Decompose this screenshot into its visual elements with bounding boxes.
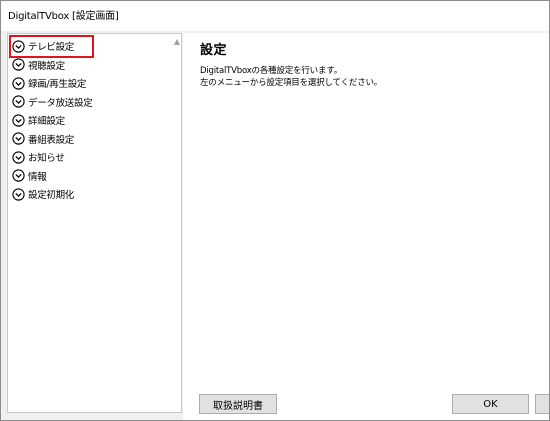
chevron-circle-down-icon [12,169,25,182]
sidebar-item-advanced-settings[interactable]: 詳細設定 [12,111,92,130]
sidebar-item-label: お知らせ [28,153,65,165]
content-panel: 設定 DigitalTVboxの各種設定を行います。 左のメニューから設定項目を… [183,33,549,420]
sidebar-item-label: 情報 [28,171,47,183]
chevron-circle-down-icon [12,151,25,164]
sidebar-item-data-broadcast[interactable]: データ放送設定 [12,93,93,112]
cancel-button-partial[interactable] [535,394,549,414]
sidebar-item-info[interactable]: 情報 [12,167,92,186]
sidebar-item-program-guide[interactable]: 番組表設定 [12,130,92,149]
sidebar-item-label: 詳細設定 [28,116,65,128]
description-line-1: DigitalTVboxの各種設定を行います。 [200,66,342,76]
chevron-circle-down-icon [12,132,25,145]
chevron-circle-down-icon [12,95,25,108]
sidebar-item-label: 録画/再生設定 [28,79,87,91]
sidebar-item-label: テレビ設定 [28,42,75,54]
title-bar[interactable]: DigitalTVbox [設定画面] [1,1,549,31]
sidebar-item-tv-settings[interactable]: テレビ設定 [8,35,95,58]
sidebar-item-recording-playback[interactable]: 録画/再生設定 [12,74,92,93]
sidebar-item-label: 番組表設定 [28,134,75,146]
chevron-circle-down-icon [12,58,25,71]
scroll-up-icon[interactable]: ▲ [173,38,181,46]
chevron-circle-down-icon [12,40,25,53]
sidebar-item-label: 視聴設定 [28,60,65,72]
nav-list: テレビ設定 視聴設定 録画/再生設定 データ放送設定 詳細設定 番組表設定 お知… [8,35,95,204]
chevron-circle-down-icon [12,77,25,90]
manual-button[interactable]: 取扱説明書 [199,394,277,414]
page-title: 設定 [200,43,228,58]
window-title: DigitalTVbox [設定画面] [8,11,119,22]
chevron-circle-down-icon [12,188,25,201]
chevron-circle-down-icon [12,114,25,127]
sidebar-item-viewing-settings[interactable]: 視聴設定 [12,56,92,75]
ok-button[interactable]: OK [452,394,529,414]
sidebar-item-label: データ放送設定 [28,97,93,109]
sidebar-menu: ▲ テレビ設定 視聴設定 録画/再生設定 データ放送設定 詳細設定 番組表設定 … [7,33,182,413]
settings-window: DigitalTVbox [設定画面] ▲ テレビ設定 視聴設定 録画/再生設定… [0,0,550,421]
page-description: DigitalTVboxの各種設定を行います。 左のメニューから設定項目を選択し… [200,65,382,89]
sidebar-item-notices[interactable]: お知らせ [12,148,92,167]
sidebar-item-reset-settings[interactable]: 設定初期化 [12,185,92,204]
sidebar-item-label: 設定初期化 [28,190,75,202]
description-line-2: 左のメニューから設定項目を選択してください。 [200,78,383,88]
